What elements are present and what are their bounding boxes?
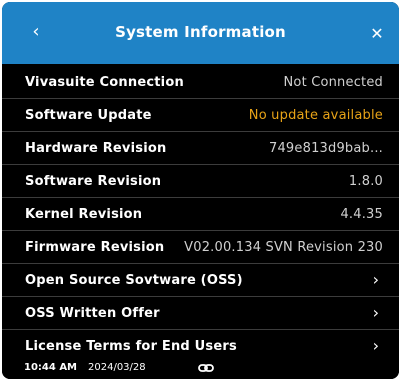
row-value: 1.8.0 xyxy=(348,174,383,189)
close-button[interactable]: ✕ xyxy=(365,22,389,46)
page-title: System Information xyxy=(115,23,286,41)
chevron-right-icon: › xyxy=(372,270,379,289)
row-kernel-revision: Kernel Revision 4.4.35 xyxy=(2,198,399,231)
row-label: License Terms for End Users xyxy=(25,339,237,354)
row-label: Firmware Revision xyxy=(25,240,165,255)
status-time: 10:44 AM xyxy=(24,362,78,373)
row-value: V02.00.134 SVN Revision 230 xyxy=(184,240,383,255)
info-list: Vivasuite Connection Not Connected Softw… xyxy=(2,66,399,363)
system-information-screen: ‹ System Information ✕ Vivasuite Connect… xyxy=(2,2,399,379)
row-label: Software Revision xyxy=(25,174,162,189)
row-vivasuite-connection: Vivasuite Connection Not Connected xyxy=(2,66,399,99)
chevron-right-icon: › xyxy=(372,336,379,355)
link-icon xyxy=(198,364,214,372)
status-bar: 10:44 AM 2024/03/28 xyxy=(2,357,399,379)
row-software-update: Software Update No update available xyxy=(2,99,399,132)
row-software-revision: Software Revision 1.8.0 xyxy=(2,165,399,198)
row-firmware-revision: Firmware Revision V02.00.134 SVN Revisio… xyxy=(2,231,399,264)
row-label: Open Source Sovtware (OSS) xyxy=(25,273,243,288)
status-date: 2024/03/28 xyxy=(88,362,146,373)
row-open-source-software[interactable]: Open Source Sovtware (OSS) › xyxy=(2,264,399,297)
close-icon: ✕ xyxy=(370,24,384,43)
header-bar: ‹ System Information ✕ xyxy=(2,2,399,64)
row-value: 4.4.35 xyxy=(340,207,383,222)
row-label: Vivasuite Connection xyxy=(25,75,184,90)
row-hardware-revision: Hardware Revision 749e813d9bab... xyxy=(2,132,399,165)
row-label: OSS Written Offer xyxy=(25,306,160,321)
row-value: No update available xyxy=(248,108,383,123)
row-oss-written-offer[interactable]: OSS Written Offer › xyxy=(2,297,399,330)
row-label: Software Update xyxy=(25,108,152,123)
row-value: 749e813d9bab... xyxy=(268,141,383,156)
row-value: Not Connected xyxy=(283,75,383,90)
row-label: Kernel Revision xyxy=(25,207,143,222)
chevron-right-icon: › xyxy=(372,303,379,322)
row-label: Hardware Revision xyxy=(25,141,167,156)
